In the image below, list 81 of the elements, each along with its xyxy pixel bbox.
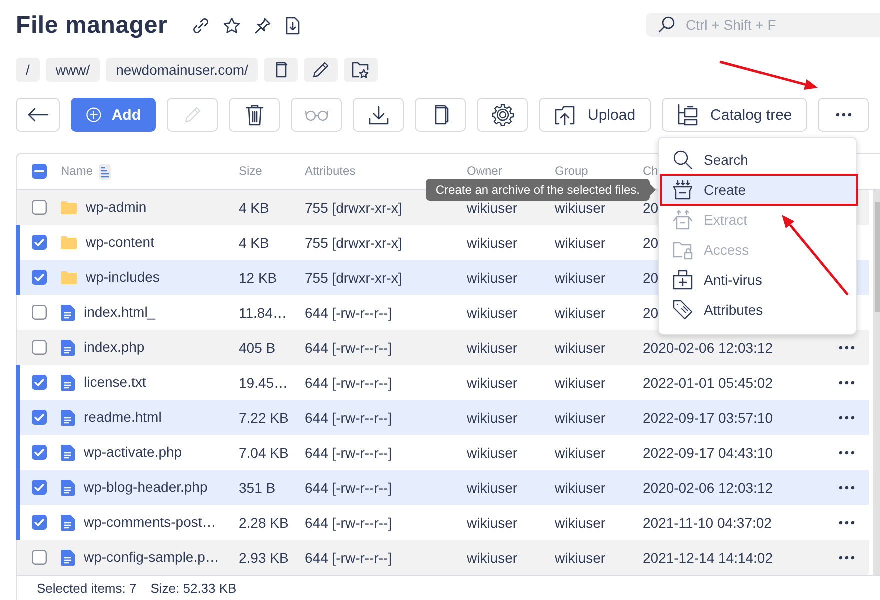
size-cell: 2.93 KB (239, 550, 289, 566)
changed-cell: 2022-09-17 04:43:10 (643, 444, 773, 460)
add-button[interactable]: Add (71, 98, 156, 132)
breadcrumb-link[interactable]: / (16, 58, 40, 82)
tooltip: Create an archive of the selected files. (426, 179, 656, 201)
size-cell: 351 B (239, 480, 276, 496)
group-cell: wikiuser (555, 234, 606, 250)
group-cell: wikiuser (555, 200, 606, 216)
attributes-cell: 644 [-rw-r--r--] (305, 514, 392, 530)
size-cell: 7.04 KB (239, 444, 289, 460)
changed-cell: 2021-11-10 04:37:02 (643, 514, 772, 530)
group-cell: wikiuser (555, 410, 606, 426)
file-name[interactable]: wp-includes (86, 270, 160, 285)
group-cell: wikiuser (555, 374, 606, 390)
size-cell: 11.84… (239, 304, 287, 320)
breadcrumb-link[interactable]: www/ (46, 58, 100, 82)
size-cell: 7.22 KB (239, 410, 289, 426)
group-cell: wikiuser (555, 550, 606, 566)
owner-cell: wikiuser (467, 270, 518, 286)
file-name[interactable]: readme.html (84, 410, 162, 425)
file-name[interactable]: license.txt (84, 375, 146, 390)
attributes-cell: 755 [drwxr-xr-x] (305, 234, 402, 250)
changed-cell: 2022-09-17 03:57:10 (643, 410, 773, 426)
attributes-cell: 644 [-rw-r--r--] (305, 410, 392, 426)
changed-cell: 2022-01-01 05:45:02 (643, 374, 773, 390)
attributes-cell: 644 [-rw-r--r--] (305, 550, 392, 566)
changed-cell: 20 (643, 270, 659, 286)
attributes-cell: 644 [-rw-r--r--] (305, 340, 392, 356)
size-cell: 4 KB (239, 200, 270, 216)
selected-size: Size: 52.33 KB (150, 581, 237, 596)
changed-cell: 2021-12-14 14:14:02 (643, 550, 773, 566)
attributes-cell: 755 [drwxr-xr-x] (305, 200, 402, 216)
menu-item[interactable]: Create (659, 175, 856, 205)
size-cell: 4 KB (239, 234, 270, 250)
group-cell: wikiuser (555, 270, 606, 286)
breadcrumb-link[interactable]: newdomainuser.com/ (106, 58, 258, 82)
changed-cell: 2020-02-06 12:03:12 (643, 480, 773, 496)
file-name[interactable]: wp-content (86, 235, 154, 250)
owner-cell: wikiuser (467, 200, 518, 216)
attributes-cell: 644 [-rw-r--r--] (305, 374, 392, 390)
owner-cell: wikiuser (467, 514, 518, 530)
group-cell: wikiuser (555, 304, 606, 320)
owner-cell: wikiuser (467, 374, 518, 390)
size-cell: 405 B (239, 340, 276, 356)
changed-cell: 2020-02-06 12:03:12 (643, 340, 773, 356)
page-title: File manager (16, 12, 168, 40)
group-cell: wikiuser (555, 340, 606, 356)
attributes-cell: 644 [-rw-r--r--] (305, 444, 392, 460)
group-cell: wikiuser (555, 444, 606, 460)
file-name[interactable]: wp-config-sample.p… (84, 550, 220, 565)
owner-cell: wikiuser (467, 444, 518, 460)
menu-item[interactable]: Attributes (659, 295, 856, 325)
attributes-cell: 644 [-rw-r--r--] (305, 480, 392, 496)
menu-item[interactable]: Search (659, 145, 856, 175)
group-cell: wikiuser (555, 514, 606, 530)
changed-cell: 20 (643, 234, 659, 250)
group-cell: wikiuser (555, 480, 606, 496)
owner-cell: wikiuser (467, 550, 518, 566)
file-name[interactable]: wp-blog-header.php (84, 480, 208, 495)
changed-cell: 20 (643, 200, 659, 216)
size-cell: 2.28 KB (239, 514, 289, 530)
file-name[interactable]: wp-admin (86, 200, 147, 215)
file-name[interactable]: wp-activate.php (84, 445, 182, 460)
owner-cell: wikiuser (467, 480, 518, 496)
file-name[interactable]: index.php (84, 340, 145, 355)
owner-cell: wikiuser (467, 304, 518, 320)
owner-cell: wikiuser (467, 340, 518, 356)
attributes-cell: 644 [-rw-r--r--] (305, 304, 392, 320)
changed-cell: 20 (643, 304, 659, 320)
upload-button[interactable]: Upload (539, 98, 651, 132)
file-name[interactable]: index.html_ (84, 305, 156, 320)
owner-cell: wikiuser (467, 410, 518, 426)
selected-count: Selected items: 7 (37, 581, 137, 596)
file-name[interactable]: wp-comments-post… (84, 515, 216, 530)
menu-item[interactable]: Anti-virus (659, 265, 856, 295)
attributes-cell: 755 [drwxr-xr-x] (305, 270, 402, 286)
search-field[interactable]: Ctrl + Shift + F (646, 13, 880, 37)
size-cell: 12 KB (239, 270, 278, 286)
catalog-tree-button[interactable]: Catalog tree (662, 98, 808, 132)
owner-cell: wikiuser (467, 234, 518, 250)
size-cell: 19.45… (239, 374, 288, 390)
